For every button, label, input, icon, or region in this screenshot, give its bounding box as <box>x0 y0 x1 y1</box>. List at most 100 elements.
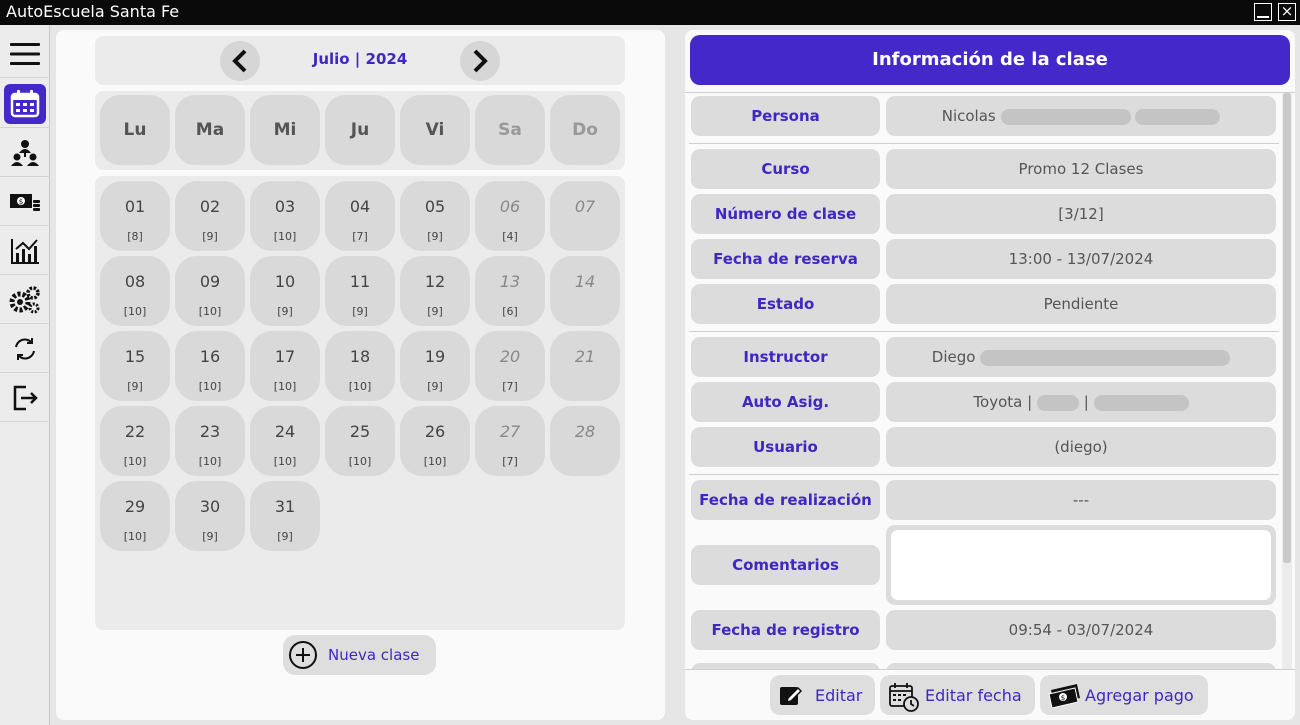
svg-text:$: $ <box>1061 694 1065 702</box>
sidebar-item-logout[interactable] <box>0 374 50 422</box>
calendar-day[interactable]: 16 [10] <box>175 331 245 401</box>
calendar-day[interactable]: 10 [9] <box>250 256 320 326</box>
fecha-registro-label: Fecha de registro <box>691 610 880 650</box>
new-class-button[interactable]: Nueva clase <box>283 635 436 675</box>
month-label: Julio | 2024 <box>312 50 408 68</box>
comentarios-field[interactable] <box>886 525 1276 605</box>
add-payment-label: Agregar pago <box>1085 686 1194 705</box>
calendar-day[interactable]: 14 <box>550 256 620 326</box>
calendar-day[interactable]: 11 [9] <box>325 256 395 326</box>
calendar-day[interactable]: 08 [10] <box>100 256 170 326</box>
class-info-list[interactable]: Persona Nicolas Curso Promo 12 Clases Nú… <box>685 92 1295 670</box>
calendar-day[interactable]: 04 [7] <box>325 181 395 251</box>
edit-button[interactable]: Editar <box>770 675 875 715</box>
sidebar-item-people[interactable] <box>0 129 50 177</box>
fecha-reserva-label: Fecha de reserva <box>691 239 880 279</box>
calendar-day[interactable]: 13 [6] <box>475 256 545 326</box>
fecha-realizacion-value: --- <box>886 480 1276 520</box>
redacted-block <box>980 349 1231 366</box>
calendar-day[interactable]: 15 [9] <box>100 331 170 401</box>
calendar-day[interactable]: 09 [10] <box>175 256 245 326</box>
day-number: 11 <box>349 272 371 291</box>
day-class-count: [7] <box>352 230 368 243</box>
calendar-day[interactable]: 05 [9] <box>400 181 470 251</box>
day-number: 16 <box>199 347 221 366</box>
day-number: 10 <box>274 272 296 291</box>
numero-clase-value: [3/12] <box>886 194 1276 234</box>
weekday-label: Ma <box>175 95 245 165</box>
edit-label: Editar <box>815 686 863 705</box>
sidebar-item-payments[interactable]: $ <box>0 178 50 226</box>
persona-value: Nicolas <box>886 96 1276 136</box>
estado-value: Pendiente <box>886 284 1276 324</box>
day-number: 25 <box>349 422 371 441</box>
calendar-day[interactable]: 17 [10] <box>250 331 320 401</box>
day-class-count: [10] <box>273 455 297 468</box>
calendar-day[interactable]: 21 <box>550 331 620 401</box>
calendar-clock-icon <box>889 683 919 712</box>
persona-name: Nicolas <box>941 107 996 125</box>
comentarios-input[interactable] <box>891 530 1271 600</box>
day-class-count: [4] <box>502 230 518 243</box>
day-class-count: [9] <box>202 230 218 243</box>
calendar-day[interactable]: 07 <box>550 181 620 251</box>
curso-value: Promo 12 Clases <box>886 149 1276 189</box>
new-class-label: Nueva clase <box>328 646 420 664</box>
sync-icon <box>15 337 35 360</box>
money-icon: $ <box>10 193 40 211</box>
bar-chart-icon <box>11 238 39 264</box>
sidebar-item-sync[interactable] <box>0 325 50 373</box>
calendar-day[interactable]: 12 [9] <box>400 256 470 326</box>
next-month-button[interactable] <box>460 41 500 81</box>
day-number: 09 <box>199 272 221 291</box>
day-number: 21 <box>574 347 596 366</box>
calendar-day[interactable]: 30 [9] <box>175 481 245 551</box>
calendar-day[interactable]: 18 [10] <box>325 331 395 401</box>
calendar-day[interactable]: 24 [10] <box>250 406 320 476</box>
class-info-header: Información de la clase <box>690 35 1290 85</box>
scrollbar[interactable] <box>1282 93 1292 669</box>
calendar-day[interactable]: 03 [10] <box>250 181 320 251</box>
day-number: 03 <box>274 197 296 216</box>
class-info-panel: Información de la clase Persona Nicolas … <box>685 30 1295 720</box>
edit-icon <box>780 686 803 705</box>
comentarios-label: Comentarios <box>691 545 880 585</box>
day-number: 06 <box>499 197 521 216</box>
calendar-day[interactable]: 26 [10] <box>400 406 470 476</box>
prev-month-button[interactable] <box>220 41 260 81</box>
calendar-day[interactable]: 22 [10] <box>100 406 170 476</box>
sidebar-item-calendar[interactable] <box>0 80 50 128</box>
calendar-day[interactable]: 06 [4] <box>475 181 545 251</box>
calendar-day[interactable]: 27 [7] <box>475 406 545 476</box>
divider <box>689 331 1279 332</box>
estado-label: Estado <box>691 284 880 324</box>
day-number: 05 <box>424 197 446 216</box>
day-class-count: [9] <box>427 230 443 243</box>
add-payment-button[interactable]: $ Agregar pago <box>1040 675 1208 715</box>
day-class-count: [10] <box>348 455 372 468</box>
edit-date-button[interactable]: Editar fecha <box>880 675 1035 715</box>
calendar-day[interactable]: 20 [7] <box>475 331 545 401</box>
day-number: 23 <box>199 422 221 441</box>
sidebar-item-stats[interactable] <box>0 227 50 275</box>
day-class-count: [7] <box>502 380 518 393</box>
close-button[interactable]: × <box>1278 3 1296 21</box>
day-class-count: [7] <box>502 455 518 468</box>
day-number: 14 <box>574 272 596 291</box>
sidebar-item-settings[interactable] <box>0 276 50 324</box>
day-grid: 01 [8] 02 [9] 03 [10] 04 [7] 05 [9] 06 [4] 07 08 [10] 0… <box>95 176 625 630</box>
calendar-day[interactable]: 01 [8] <box>100 181 170 251</box>
day-class-count: [10] <box>198 380 222 393</box>
calendar-day[interactable]: 25 [10] <box>325 406 395 476</box>
calendar-day[interactable]: 19 [9] <box>400 331 470 401</box>
redacted-block <box>1036 394 1079 411</box>
calendar-day[interactable]: 29 [10] <box>100 481 170 551</box>
calendar-day[interactable]: 23 [10] <box>175 406 245 476</box>
minimize-button[interactable] <box>1254 3 1272 21</box>
scrollbar-thumb[interactable] <box>1283 93 1291 563</box>
sidebar-item-menu[interactable] <box>0 30 50 78</box>
calendar-day[interactable]: 02 [9] <box>175 181 245 251</box>
calendar-day[interactable]: 31 [9] <box>250 481 320 551</box>
calendar-day[interactable]: 28 <box>550 406 620 476</box>
day-number: 01 <box>124 197 146 216</box>
